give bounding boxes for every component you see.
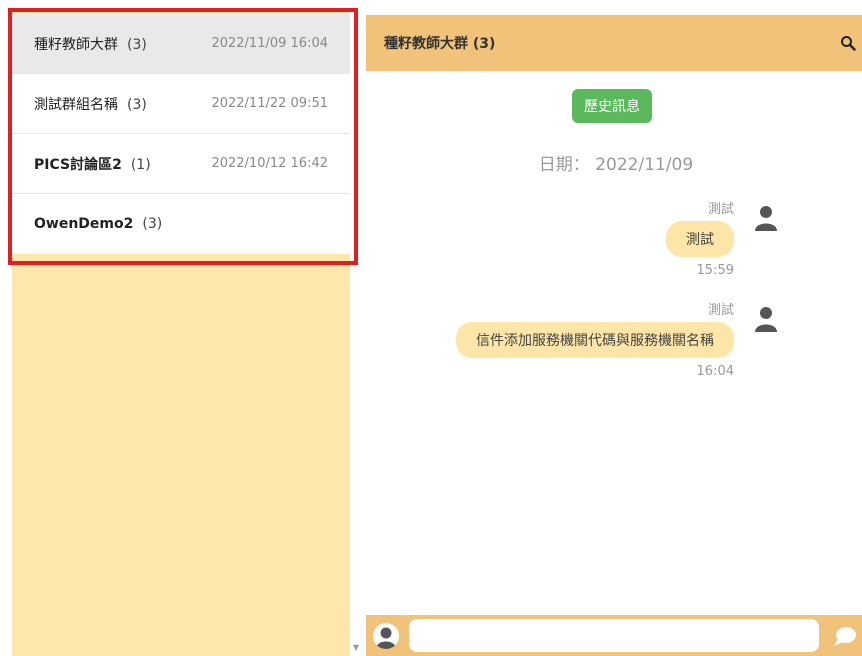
user-avatar-icon bbox=[373, 622, 399, 649]
chat-input-bar bbox=[366, 615, 862, 656]
group-name-wrap: 種籽教師大群 (3) bbox=[34, 34, 147, 54]
scroll-down-arrow-icon[interactable]: ▼ bbox=[353, 643, 359, 652]
history-messages-button[interactable]: 歷史訊息 bbox=[572, 89, 652, 123]
group-list-panel: 種籽教師大群 (3) 2022/11/09 16:04 測試群組名稱 (3) 2… bbox=[12, 12, 350, 656]
group-name: OwenDemo2 bbox=[34, 216, 134, 232]
group-last-time: 2022/11/22 09:51 bbox=[211, 96, 328, 111]
chat-bubble-send-icon[interactable] bbox=[833, 625, 857, 647]
message-time: 15:59 bbox=[696, 263, 734, 278]
message-bubble: 信件添加服務機關代碼與服務機關名稱 bbox=[456, 322, 734, 358]
group-member-count: (3) bbox=[142, 216, 163, 232]
group-item-4[interactable]: OwenDemo2 (3) bbox=[12, 194, 350, 254]
group-last-time: 2022/10/12 16:42 bbox=[211, 156, 328, 171]
user-avatar-icon bbox=[755, 307, 777, 332]
chat-header: 種籽教師大群 (3) bbox=[366, 15, 862, 71]
group-name-wrap: 測試群組名稱 (3) bbox=[34, 94, 147, 114]
group-name: 測試群組名稱 bbox=[34, 96, 118, 113]
date-divider: 日期： 2022/11/09 bbox=[538, 155, 694, 175]
user-avatar-icon bbox=[755, 206, 777, 231]
chat-message: 測試 測試 15:59 bbox=[666, 198, 734, 278]
group-last-time: 2022/11/09 16:04 bbox=[211, 36, 328, 51]
message-sender: 測試 bbox=[707, 303, 734, 318]
search-icon[interactable] bbox=[840, 35, 856, 51]
group-name-wrap: PICS討論區2 (1) bbox=[34, 154, 151, 174]
message-input[interactable] bbox=[409, 619, 819, 652]
group-member-count: (1) bbox=[130, 156, 151, 173]
message-bubble: 測試 bbox=[666, 221, 734, 257]
chat-message: 測試 信件添加服務機關代碼與服務機關名稱 16:04 bbox=[456, 299, 734, 379]
message-time: 16:04 bbox=[696, 364, 734, 379]
group-member-count: (3) bbox=[127, 36, 147, 53]
chat-panel: 種籽教師大群 (3) 歷史訊息 日期： 2022/11/09 測試 測試 15:… bbox=[366, 15, 862, 656]
group-member-count: (3) bbox=[127, 96, 147, 113]
group-name-wrap: OwenDemo2 (3) bbox=[34, 216, 162, 232]
group-item-1[interactable]: 種籽教師大群 (3) 2022/11/09 16:04 bbox=[12, 14, 350, 74]
chat-title: 種籽教師大群 (3) bbox=[384, 36, 496, 52]
group-name: PICS討論區2 bbox=[34, 156, 122, 173]
group-list: 種籽教師大群 (3) 2022/11/09 16:04 測試群組名稱 (3) 2… bbox=[12, 14, 350, 254]
group-item-3[interactable]: PICS討論區2 (1) 2022/10/12 16:42 bbox=[12, 134, 350, 194]
message-sender: 測試 bbox=[707, 202, 734, 217]
group-item-2[interactable]: 測試群組名稱 (3) 2022/11/22 09:51 bbox=[12, 74, 350, 134]
group-name: 種籽教師大群 bbox=[34, 36, 118, 53]
